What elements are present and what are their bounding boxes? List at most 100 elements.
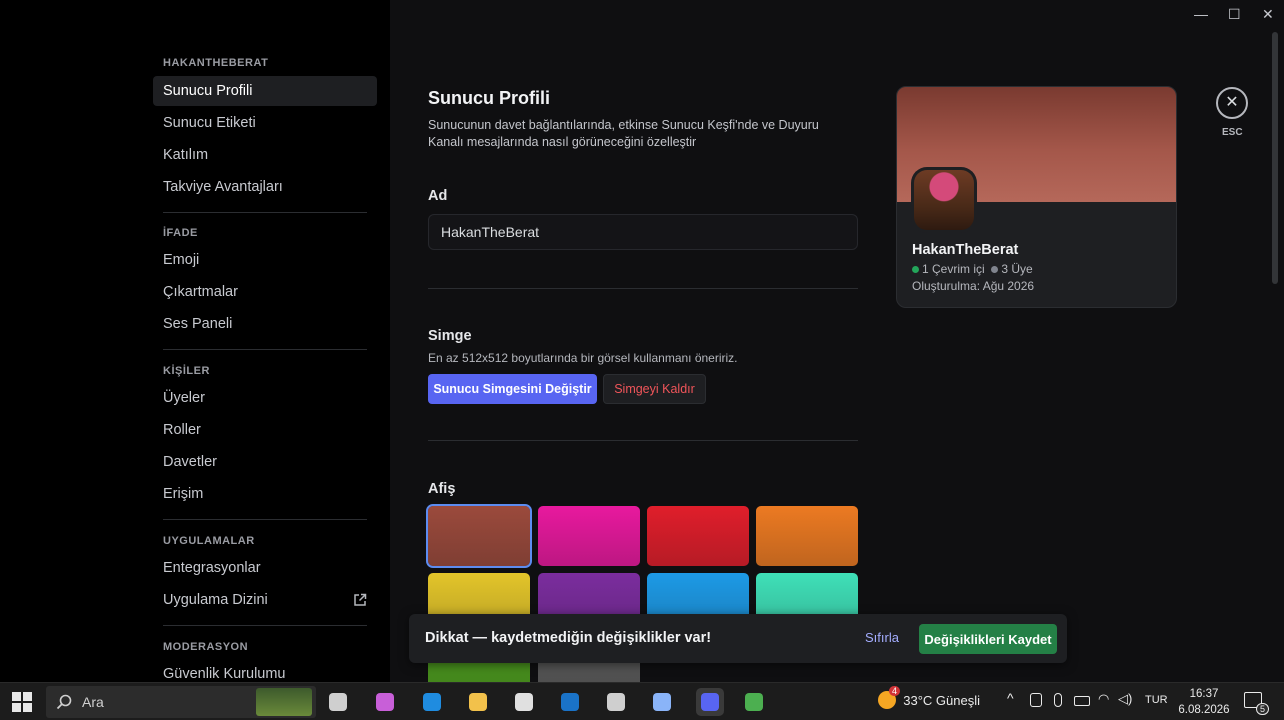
change-server-icon-button[interactable]: Sunucu Simgesini Değiştir xyxy=(428,374,597,404)
sidebar-item-stickers[interactable]: Çıkartmalar xyxy=(153,277,377,307)
notification-count-badge: 5 xyxy=(1255,703,1269,715)
minimize-button[interactable]: — xyxy=(1194,6,1208,22)
sidebar-item-emoji[interactable]: Emoji xyxy=(153,245,377,275)
server-preview-card: HakanTheBerat 1 Çevrim içi 3 Üye Oluştur… xyxy=(896,86,1177,308)
banner-color-swatch[interactable] xyxy=(756,506,858,566)
windows-start-icon[interactable] xyxy=(12,692,32,712)
photos-glyph xyxy=(653,693,671,711)
reset-button[interactable]: Sıfırla xyxy=(865,630,899,645)
edge-glyph xyxy=(423,693,441,711)
minecraft-icon[interactable] xyxy=(740,688,768,716)
volume-icon[interactable]: ◁) xyxy=(1118,691,1132,707)
server-icon-image xyxy=(914,170,974,230)
maximize-button[interactable]: ☐ xyxy=(1228,6,1241,23)
discord-icon[interactable] xyxy=(696,688,724,716)
settings-sidebar: HAKANTHEBERAT Sunucu Profili Sunucu Etik… xyxy=(0,0,390,682)
page-title: Sunucu Profili xyxy=(428,88,551,108)
outlook-glyph xyxy=(561,693,579,711)
weather-text: Güneşli xyxy=(935,693,980,708)
task-view-icon[interactable] xyxy=(324,688,352,716)
member-count: 3 Üye xyxy=(1001,262,1033,276)
settings-content: Sunucu Profili Sunucunun davet bağlantıl… xyxy=(390,0,1284,700)
vpn-icon[interactable] xyxy=(1030,693,1042,707)
external-link-icon xyxy=(354,593,367,606)
sidebar-item-label: Uygulama Dizini xyxy=(163,592,268,608)
icon-label: Simge xyxy=(428,328,472,344)
sidebar-item-members[interactable]: Üyeler xyxy=(153,383,377,413)
discord-window: HAKANTHEBERAT Sunucu Profili Sunucu Etik… xyxy=(0,0,1284,700)
banner-label: Afiş xyxy=(428,481,456,497)
sidebar-item-roles[interactable]: Roller xyxy=(153,415,377,445)
taskbar-search-box[interactable]: Ara xyxy=(46,686,316,718)
clock-app-icon[interactable] xyxy=(602,688,630,716)
close-settings-button[interactable]: ✕ xyxy=(1216,87,1248,119)
photos-icon[interactable] xyxy=(648,688,676,716)
windows-taskbar: Ara 4 33°C Güneşli ^ ◠ ◁) TUR 16:37 6.08… xyxy=(0,682,1284,720)
edge-icon[interactable] xyxy=(418,688,446,716)
file-explorer-icon[interactable] xyxy=(464,688,492,716)
sidebar-section-apps: UYGULAMALAR xyxy=(163,535,255,547)
search-icon xyxy=(56,694,72,710)
discord-glyph xyxy=(701,693,719,711)
name-label: Ad xyxy=(428,188,448,204)
sidebar-item-server-profile[interactable]: Sunucu Profili xyxy=(153,76,377,106)
sidebar-divider xyxy=(163,349,367,350)
sidebar-divider xyxy=(163,212,367,213)
banner-color-swatch[interactable] xyxy=(647,506,749,566)
minecraft-glyph xyxy=(745,693,763,711)
sidebar-item-soundboard[interactable]: Ses Paneli xyxy=(153,309,377,339)
battery-icon[interactable] xyxy=(1074,696,1090,706)
section-divider xyxy=(428,288,858,289)
scrollbar[interactable] xyxy=(1272,32,1278,284)
chevron-up-icon[interactable]: ^ xyxy=(1007,690,1014,706)
preview-created-date: Oluşturulma: Ağu 2026 xyxy=(912,279,1035,293)
preview-stats: 1 Çevrim içi 3 Üye xyxy=(912,262,1033,276)
taskbar-clock[interactable]: 16:37 6.08.2026 xyxy=(1178,686,1230,718)
banner-color-swatch[interactable] xyxy=(538,506,640,566)
sidebar-item-server-tag[interactable]: Sunucu Etiketi xyxy=(153,108,377,138)
section-divider xyxy=(428,440,858,441)
copilot-icon[interactable] xyxy=(371,688,399,716)
clock-app-glyph xyxy=(607,693,625,711)
microsoft-store-glyph xyxy=(515,693,533,711)
remove-icon-button[interactable]: Simgeyi Kaldır xyxy=(603,374,706,404)
sidebar-divider xyxy=(163,519,367,520)
copilot-glyph xyxy=(376,693,394,711)
sidebar-section-expression: İFADE xyxy=(163,227,198,239)
save-changes-button[interactable]: Değişiklikleri Kaydet xyxy=(919,624,1057,654)
sidebar-section-moderation: MODERASYON xyxy=(163,641,249,653)
member-dot-icon xyxy=(991,266,999,273)
server-name-input[interactable] xyxy=(428,214,858,250)
search-highlight-image xyxy=(256,688,312,716)
banner-color-swatch[interactable] xyxy=(426,504,532,568)
microsoft-store-icon[interactable] xyxy=(510,688,538,716)
sidebar-item-boost-perks[interactable]: Takviye Avantajları xyxy=(153,172,377,202)
file-explorer-glyph xyxy=(469,693,487,711)
weather-widget[interactable]: 4 33°C Güneşli xyxy=(878,686,980,709)
sidebar-item-app-directory[interactable]: Uygulama Dizini xyxy=(153,585,377,615)
sidebar-section-server: HAKANTHEBERAT xyxy=(163,57,269,69)
page-subtitle: Sunucunun davet bağlantılarında, etkinse… xyxy=(428,118,819,149)
outlook-icon[interactable] xyxy=(556,688,584,716)
sidebar-item-access[interactable]: Erişim xyxy=(153,479,377,509)
notifications-icon[interactable]: 5 xyxy=(1244,692,1269,715)
weather-temp: 33°C xyxy=(903,693,933,708)
sidebar-item-invites[interactable]: Davetler xyxy=(153,447,377,477)
unsaved-message: Dikkat — kaydetmediğin değişiklikler var… xyxy=(425,630,712,646)
server-avatar xyxy=(911,167,977,233)
online-count: 1 Çevrim içi xyxy=(922,262,985,276)
window-close-button[interactable]: ✕ xyxy=(1262,6,1274,23)
clock-date: 6.08.2026 xyxy=(1178,704,1230,716)
sidebar-item-onboarding[interactable]: Katılım xyxy=(153,140,377,170)
weather-alert-badge: 4 xyxy=(888,686,900,696)
esc-label: ESC xyxy=(1222,127,1243,138)
search-placeholder: Ara xyxy=(82,694,104,710)
online-dot-icon xyxy=(912,266,919,273)
wifi-icon[interactable]: ◠ xyxy=(1098,691,1109,707)
sidebar-item-safety-setup[interactable]: Güvenlik Kurulumu xyxy=(153,659,377,682)
sidebar-item-integrations[interactable]: Entegrasyonlar xyxy=(153,553,377,583)
language-indicator[interactable]: TUR xyxy=(1145,694,1168,706)
preview-server-name: HakanTheBerat xyxy=(912,242,1019,258)
sun-icon: 4 xyxy=(878,686,900,709)
microphone-icon[interactable] xyxy=(1054,693,1062,707)
